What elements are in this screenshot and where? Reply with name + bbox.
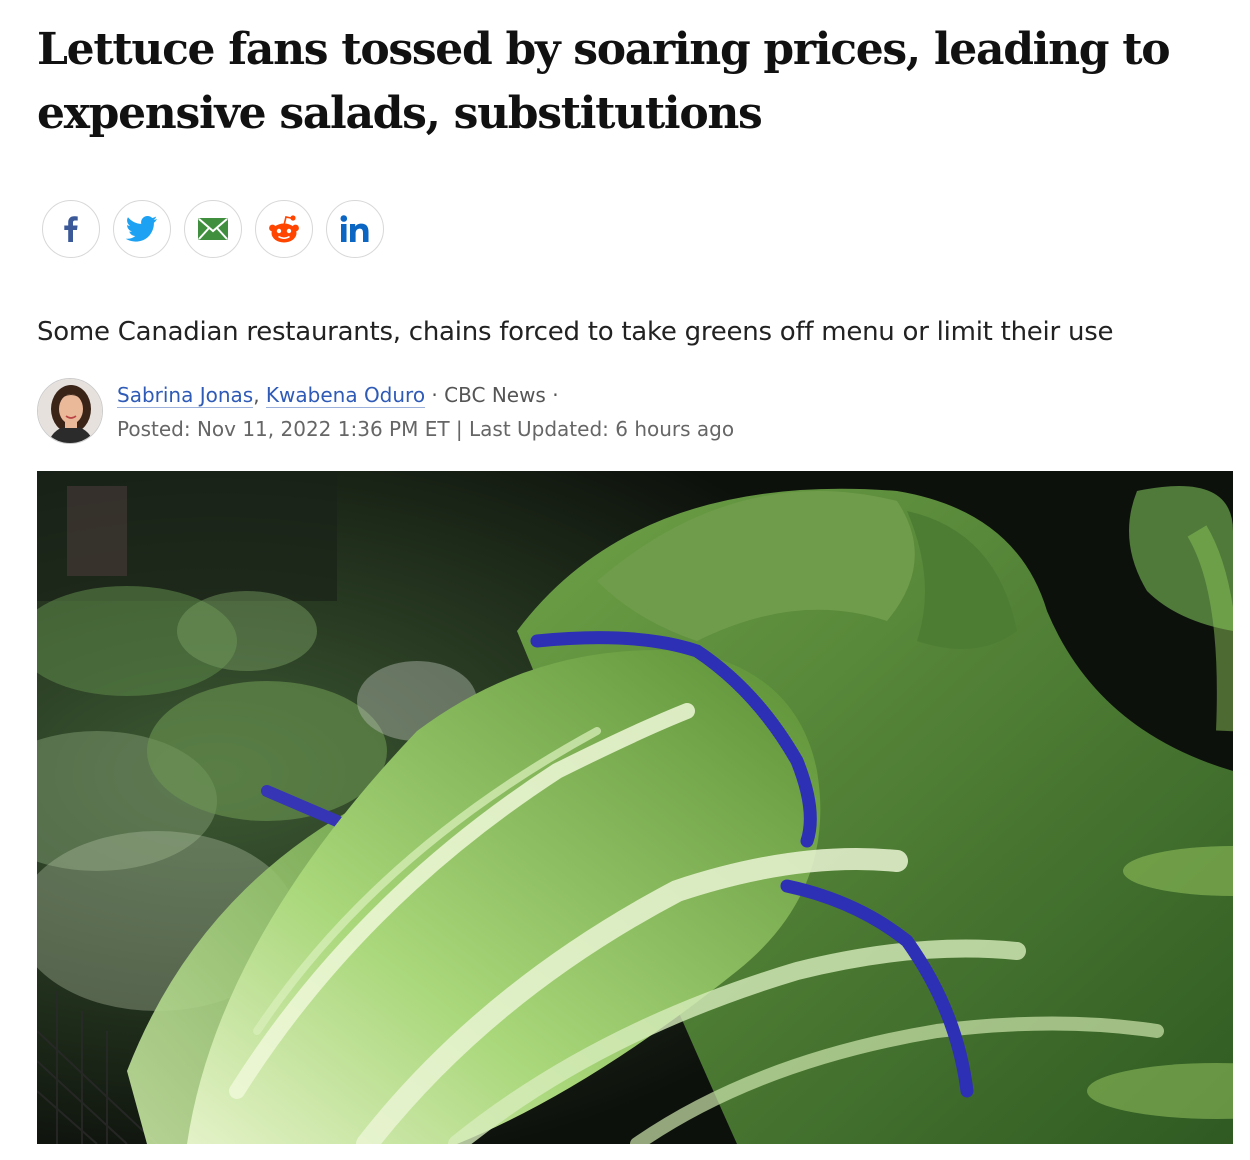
linkedin-icon bbox=[340, 215, 369, 242]
share-linkedin-button[interactable] bbox=[326, 200, 384, 258]
share-email-button[interactable] bbox=[184, 200, 242, 258]
author-link-kwabena-oduro[interactable]: Kwabena Oduro bbox=[265, 383, 426, 408]
twitter-icon bbox=[126, 216, 157, 242]
byline: Sabrina Jonas, Kwabena Oduro · CBC News … bbox=[117, 380, 734, 444]
facebook-icon bbox=[64, 216, 78, 242]
hero-image bbox=[37, 471, 1233, 1144]
author-photo bbox=[38, 379, 102, 443]
lettuce-photo bbox=[37, 471, 1233, 1144]
article-headline: Lettuce fans tossed by soaring prices, l… bbox=[37, 24, 1171, 139]
author-link-sabrina-jonas[interactable]: Sabrina Jonas bbox=[117, 383, 254, 408]
byline-authors-row: Sabrina Jonas, Kwabena Oduro · CBC News … bbox=[117, 380, 734, 410]
byline-separator: · bbox=[425, 383, 445, 407]
byline-trailing-dot: · bbox=[545, 383, 559, 407]
email-icon bbox=[198, 218, 228, 240]
share-reddit-button[interactable] bbox=[255, 200, 313, 258]
byline-source: CBC News bbox=[444, 383, 546, 407]
share-twitter-button[interactable] bbox=[113, 200, 171, 258]
byline-timestamp: Posted: Nov 11, 2022 1:36 PM ET | Last U… bbox=[117, 417, 735, 441]
reddit-icon bbox=[269, 215, 299, 243]
author-comma: , bbox=[253, 383, 260, 407]
share-bar bbox=[42, 200, 384, 258]
share-facebook-button[interactable] bbox=[42, 200, 100, 258]
article-deck: Some Canadian restaurants, chains forced… bbox=[37, 317, 1114, 347]
author-avatar bbox=[37, 378, 103, 444]
